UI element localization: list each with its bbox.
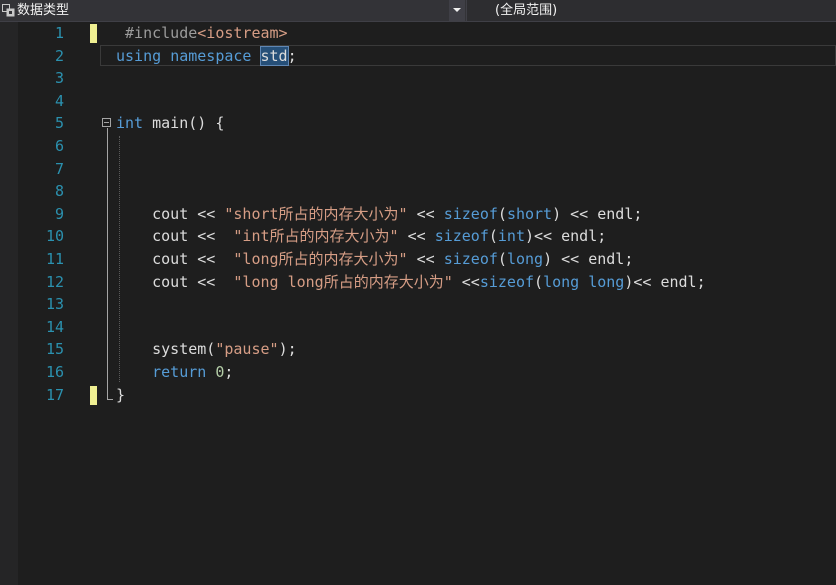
- line-number: 8: [54, 182, 64, 201]
- line-number: 14: [45, 317, 64, 336]
- code-token: short: [506, 204, 553, 223]
- line-number: 13: [45, 295, 64, 314]
- line-number: 6: [54, 136, 64, 155]
- code-token: sizeof: [443, 204, 498, 223]
- code-line: #include<iostream>: [100, 22, 706, 45]
- code-token: "long long所占的内存大小为": [233, 272, 453, 291]
- code-token: <<: [398, 227, 435, 246]
- code-token: sizeof: [443, 249, 498, 268]
- line-number: 2: [54, 46, 64, 65]
- code-token: }: [116, 385, 126, 404]
- code-token: ;: [224, 362, 234, 381]
- code-token: ) << endl;: [543, 249, 634, 268]
- code-line: return 0;: [100, 361, 706, 384]
- unsaved-change-marker: [90, 385, 97, 405]
- line-number: 11: [45, 249, 64, 268]
- line-number: 12: [45, 272, 64, 291]
- selected-token: std: [259, 45, 289, 66]
- line-number: 3: [54, 69, 64, 88]
- code-token: int: [497, 227, 525, 246]
- code-token: sizeof: [434, 227, 489, 246]
- code-line: cout << "long long所占的内存大小为" <<sizeof(lon…: [100, 271, 706, 294]
- line-number: 9: [54, 204, 64, 223]
- line-number: 4: [54, 91, 64, 110]
- code-line: using namespace std;: [100, 45, 706, 68]
- project-scope-dropdown[interactable]: 数据类型: [0, 0, 467, 21]
- code-line: cout << "short所占的内存大小为" << sizeof(short)…: [100, 203, 706, 226]
- code-token: cout <<: [116, 204, 225, 223]
- chevron-down-icon: [453, 8, 461, 12]
- code-line: cout << "int所占的内存大小为" << sizeof(int)<< e…: [100, 225, 706, 248]
- code-token: <<: [407, 204, 444, 223]
- code-token: ) << endl;: [552, 204, 643, 223]
- global-scope-label: (全局范围): [495, 3, 558, 18]
- code-token: <<: [452, 272, 480, 291]
- code-token: cout <<: [116, 227, 234, 246]
- code-token: int: [116, 114, 144, 133]
- code-editor[interactable]: 1 2 3 4 5 6 7 8 9 10 11 12 13 14 15 16 17 #include<iostr…: [0, 22, 836, 585]
- line-number: 17: [45, 385, 64, 404]
- code-token: (: [497, 204, 507, 223]
- line-number: 5: [54, 114, 64, 133]
- code-text-area[interactable]: #include<iostream> using namespace std; in…: [100, 22, 706, 406]
- code-token: long: [506, 249, 544, 268]
- code-token: using: [116, 46, 162, 65]
- code-line: int main() {: [100, 112, 706, 135]
- code-line: system("pause");: [100, 338, 706, 361]
- project-scope-label: 数据类型: [17, 3, 70, 18]
- editor-margin: [0, 22, 18, 585]
- code-token: sizeof: [479, 272, 535, 291]
- code-token: #include: [116, 24, 198, 42]
- code-token: cout <<: [116, 249, 234, 268]
- line-number: 15: [45, 340, 64, 359]
- code-token: long long: [543, 272, 625, 291]
- line-number: 10: [45, 227, 64, 246]
- code-token: )<< endl;: [624, 272, 706, 291]
- code-token: system(: [116, 340, 216, 359]
- code-token: cout <<: [116, 272, 234, 291]
- line-number: 7: [54, 159, 64, 178]
- code-token: (: [534, 272, 544, 291]
- line-number: 16: [45, 362, 64, 381]
- project-scope-dropdown-button[interactable]: [449, 0, 465, 21]
- code-token: )<< endl;: [525, 227, 607, 246]
- code-token: return: [152, 362, 207, 381]
- global-scope-dropdown[interactable]: (全局范围): [467, 0, 836, 21]
- code-line: cout << "long所占的内存大小为" << sizeof(long) <…: [100, 248, 706, 271]
- project-icon: [2, 4, 15, 17]
- navigation-bar: 数据类型 (全局范围): [0, 0, 836, 22]
- line-number: 1: [54, 24, 64, 42]
- code-token: namespace: [170, 46, 252, 65]
- code-token: (: [488, 227, 498, 246]
- code-token: "long所占的内存大小为": [233, 249, 408, 268]
- code-token: <<: [407, 249, 444, 268]
- code-token: main() {: [143, 114, 225, 133]
- line-number-gutter: 1 2 3 4 5 6 7 8 9 10 11 12 13 14 15 16 17: [18, 22, 64, 406]
- code-token: (: [497, 249, 507, 268]
- code-token: ;: [287, 46, 297, 65]
- code-token: );: [278, 340, 297, 359]
- code-token: "short所占的内存大小为": [224, 204, 408, 223]
- code-token: <iostream>: [197, 24, 288, 42]
- code-token: "pause": [215, 340, 279, 359]
- code-token: "int所占的内存大小为": [233, 227, 399, 246]
- code-line: }: [100, 384, 706, 407]
- unsaved-change-marker: [90, 24, 97, 43]
